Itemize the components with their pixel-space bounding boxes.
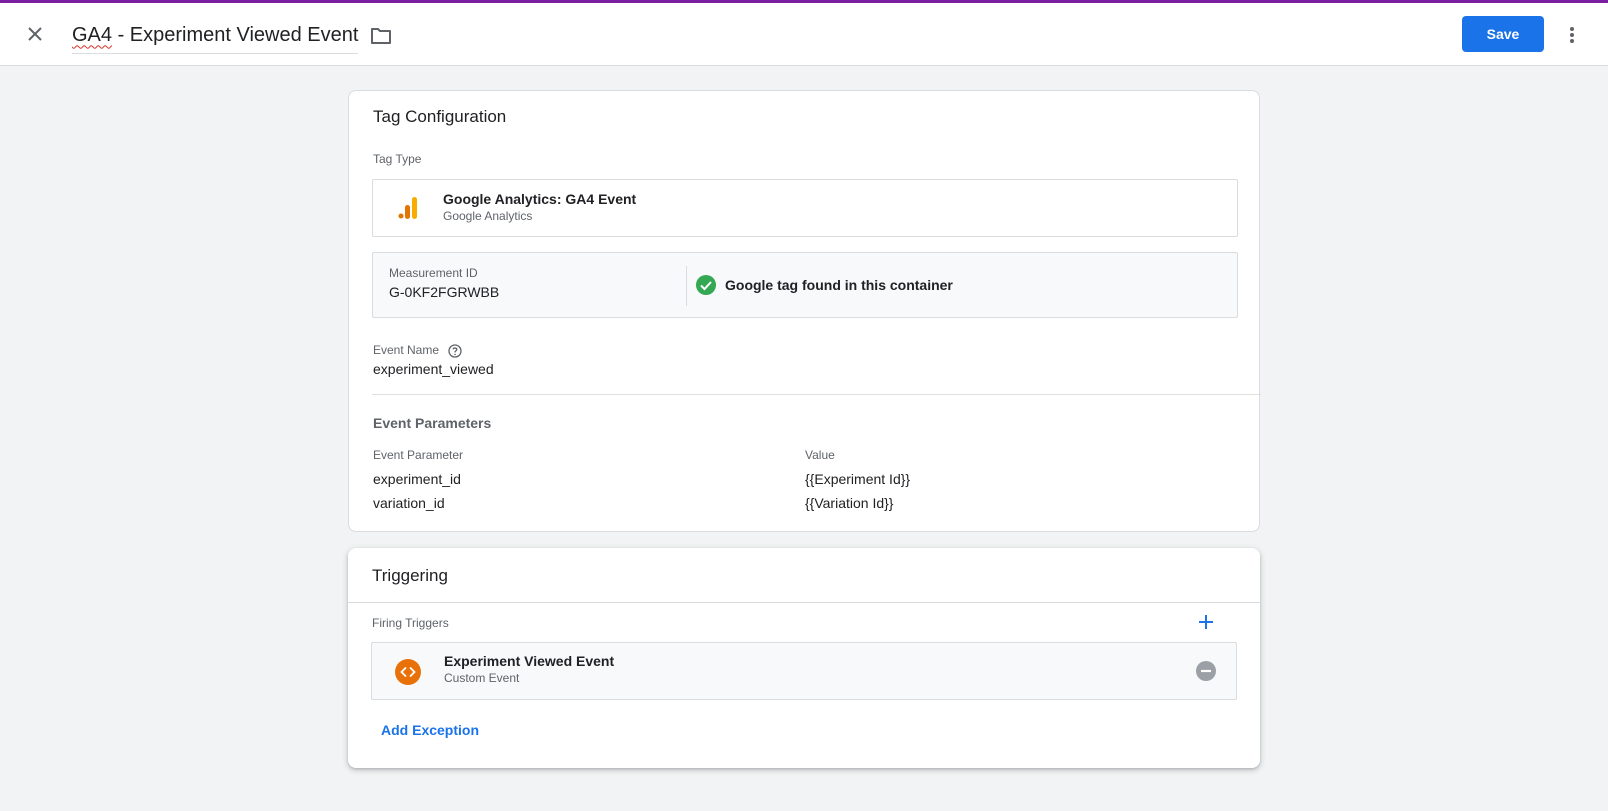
save-button[interactable]: Save xyxy=(1462,16,1544,52)
param-name: variation_id xyxy=(373,495,445,511)
close-button[interactable] xyxy=(20,19,50,49)
check-circle-icon xyxy=(696,275,716,295)
custom-event-icon xyxy=(395,659,421,685)
title-misspelled-word: GA4 xyxy=(72,23,113,46)
trigger-row[interactable]: Experiment Viewed Event Custom Event xyxy=(371,642,1237,700)
event-name-value: experiment_viewed xyxy=(373,361,494,377)
triggering-title: Triggering xyxy=(372,566,448,585)
tag-type-row[interactable]: Google Analytics: GA4 Event Google Analy… xyxy=(372,179,1238,237)
firing-triggers-label: Firing Triggers xyxy=(372,616,449,630)
help-icon[interactable] xyxy=(448,344,462,358)
close-icon xyxy=(28,27,42,41)
google-tag-status: Google tag found in this container xyxy=(725,277,953,293)
param-value: {{Variation Id}} xyxy=(805,495,894,511)
event-parameters-title: Event Parameters xyxy=(373,415,492,431)
analytics-icon xyxy=(398,197,417,219)
measurement-id-box: Measurement ID G-0KF2FGRWBB Google tag f… xyxy=(372,252,1238,318)
param-value: {{Experiment Id}} xyxy=(805,471,911,487)
add-icon[interactable] xyxy=(1196,612,1216,632)
param-column-header: Event Parameter xyxy=(373,448,464,462)
event-name-label: Event Name xyxy=(373,343,440,357)
more-options-button[interactable] xyxy=(1562,23,1582,47)
add-exception-link[interactable]: Add Exception xyxy=(381,722,479,738)
trigger-name: Experiment Viewed Event xyxy=(444,653,615,669)
header-bar: GA4 - Experiment Viewed Event Save xyxy=(0,3,1608,66)
param-name: experiment_id xyxy=(373,471,461,487)
triggering-card: Triggering Firing Triggers Experiment Vi… xyxy=(348,548,1260,768)
tag-type-name: Google Analytics: GA4 Event xyxy=(443,191,637,207)
remove-circle-icon[interactable] xyxy=(1196,661,1216,681)
tag-name-input[interactable]: GA4 - Experiment Viewed Event xyxy=(72,17,359,54)
trigger-type: Custom Event xyxy=(444,671,520,685)
folder-button[interactable] xyxy=(370,26,394,50)
more-vert-icon xyxy=(1570,27,1574,43)
title-rest: - Experiment Viewed Event xyxy=(112,23,359,46)
tag-configuration-title: Tag Configuration xyxy=(373,107,507,126)
measurement-id-label: Measurement ID xyxy=(389,266,478,280)
tag-type-label: Tag Type xyxy=(373,152,422,166)
tag-configuration-card[interactable]: Tag Configuration Tag Type Google Analyt… xyxy=(348,90,1261,532)
folder-icon xyxy=(371,28,391,44)
tag-type-vendor: Google Analytics xyxy=(443,209,533,223)
value-column-header: Value xyxy=(805,448,835,462)
page-title: GA4 - Experiment Viewed Event xyxy=(72,24,358,47)
triggering-divider xyxy=(348,602,1260,603)
measurement-id-value: G-0KF2FGRWBB xyxy=(389,284,500,300)
measurement-divider xyxy=(686,266,687,306)
section-divider xyxy=(372,394,1261,395)
